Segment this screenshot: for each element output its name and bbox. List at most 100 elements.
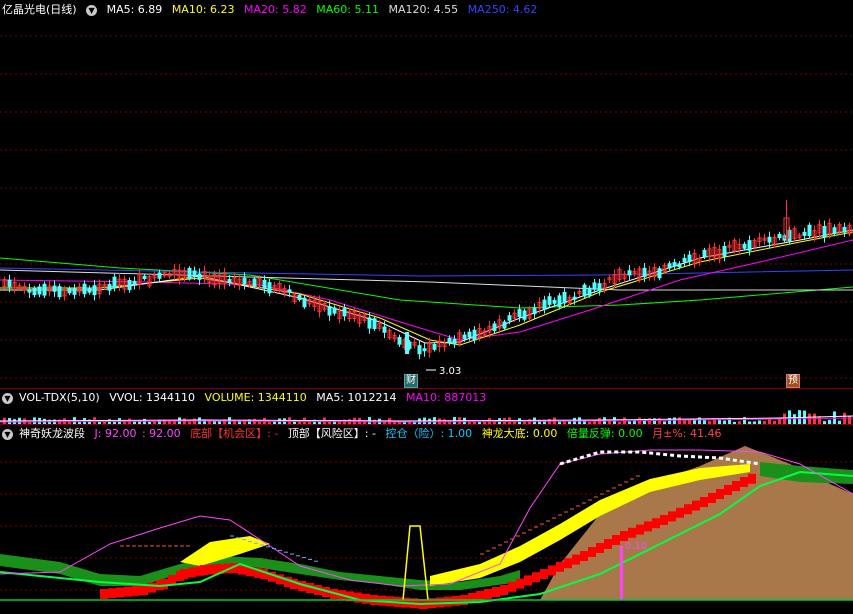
candle-body [767,236,772,243]
candle-body [532,307,537,315]
candle-body [472,329,477,341]
red-step-block [108,588,116,599]
ma250-label: MA250: 4.62 [467,3,538,16]
candle-body [82,283,87,295]
candle-body [742,243,747,249]
red-step-block [362,593,370,604]
red-step-block [452,595,460,606]
candle-body [42,283,47,296]
pink-signal-bar [620,546,623,600]
volume-expand-icon[interactable]: ▼ [2,392,13,404]
red-step-block [740,477,748,487]
vol-ma5-line [0,415,853,422]
red-step-block [620,531,628,541]
vvol-label: VVOL: 1344110 [109,391,196,404]
indicator-expand-icon[interactable]: ▼ [2,428,13,440]
ma-line [0,267,853,277]
price-chart-panel[interactable]: 亿晶光电(日线) ▼ MA5: 6.89 MA10: 6.23 MA20: 5.… [0,0,853,388]
red-step-block [200,565,208,575]
candle-body [587,287,592,296]
candle-body [192,270,197,277]
candle-body [687,254,692,263]
candle-body [252,278,257,287]
red-step-block [524,575,532,586]
candle-body [27,289,32,293]
candle-body [842,226,847,233]
red-step-block [188,567,196,578]
candle-body [327,306,332,316]
indicator-title: 神奇妖龙波段 [19,427,85,440]
candle-body [462,334,467,339]
indicator-chart-canvas[interactable] [0,424,853,614]
volume-bar [818,416,821,424]
ma10-label: MA10: 6.23 [171,3,235,16]
red-step-block [500,585,508,595]
candle-body [557,295,562,308]
red-step-block [652,518,660,529]
low-price-label: 3.03 [439,366,462,377]
red-step-block [708,493,716,503]
red-step-block [660,515,668,525]
ma120-label: MA120: 4.55 [388,3,459,16]
earnings-badge[interactable]: 财 [404,374,418,388]
expand-icon[interactable]: ▼ [86,4,98,16]
candle-body [672,262,677,267]
red-step-block [556,561,564,572]
red-step-block [604,539,612,549]
candle-body [627,270,632,276]
candle-body [287,289,292,293]
candle-body [507,315,512,321]
candle-body [562,291,567,304]
candle-body [107,284,112,291]
candle-body [72,288,77,295]
red-step-block [124,586,132,597]
candle-body [57,286,62,298]
candle-body [67,288,72,294]
red-step-block [168,575,176,585]
red-step-block [354,592,362,603]
ma60-label: MA60: 5.11 [316,3,379,16]
forecast-badge[interactable]: 预 [786,374,800,388]
red-step-block [484,589,492,599]
red-step-block [444,596,452,607]
ma5-label: MA5: 6.89 [106,3,163,16]
candle-body [52,285,57,292]
vol-ma5-label: MA5: 1012214 [316,391,397,404]
red-step-block [564,558,572,569]
j2-label: : 92.00 [141,427,181,440]
indicator-chart-panel[interactable]: ▼ 神奇妖龙波段 J: 92.00 : 92.00 底部【机会区】: - 顶部【风… [0,424,853,614]
candle-body [492,323,497,331]
volume-bar [833,411,836,424]
red-step-block [180,569,188,579]
red-step-block [668,511,676,522]
red-step-block [580,551,588,561]
candle-body [422,348,427,352]
monthly-change-label: 月±%: 41.46 [652,427,722,440]
volume-chart-panel[interactable]: ▼ VOL-TDX(5,10) VVOL: 1344110 VOLUME: 134… [0,388,853,424]
candle-body [37,286,42,295]
candle-body [382,326,387,333]
price-chart-canvas[interactable] [0,0,853,388]
ma20-label: MA20: 5.82 [244,3,307,16]
candle-body [227,278,232,283]
red-step-block [132,585,140,596]
price-header: 亿晶光电(日线) ▼ MA5: 6.89 MA10: 6.23 MA20: 5.… [2,2,543,18]
red-step-block [644,521,652,532]
candle-body [517,309,522,318]
candle-body [127,280,132,291]
stock-name: 亿晶光电 [2,3,46,16]
candle-body [502,321,507,329]
red-step-block [732,481,740,491]
red-step-block [540,569,548,579]
volume-bar [788,410,791,424]
candle-body [722,246,727,257]
candle-body [677,263,682,268]
red-step-block [508,581,516,592]
red-step-block [588,547,596,557]
dragon-bottom-label: 神龙大底: 0.00 [481,427,558,440]
candle-body [197,273,202,280]
candle-body [87,287,92,293]
double-volume-label: 倍量反弹: 0.00 [566,427,643,440]
candle-body [597,283,602,292]
candle-body [822,225,827,238]
